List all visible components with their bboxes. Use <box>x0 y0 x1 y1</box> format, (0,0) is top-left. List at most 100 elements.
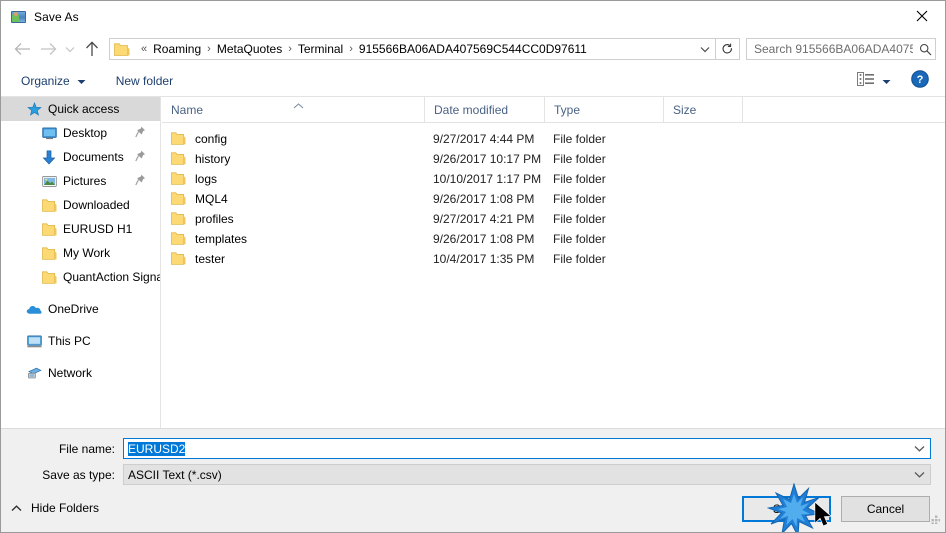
close-icon <box>916 10 928 22</box>
table-row[interactable]: MQL4 9/26/2017 1:08 PM File folder <box>162 189 945 209</box>
forward-arrow-icon <box>40 43 56 55</box>
window-title: Save As <box>34 9 79 24</box>
breadcrumb-item-0[interactable]: Roaming <box>152 42 202 56</box>
sidebar-item-documents[interactable]: Documents <box>1 145 160 169</box>
chevron-down-icon <box>914 472 924 478</box>
new-folder-button[interactable]: New folder <box>110 71 179 91</box>
search-box[interactable] <box>746 38 936 60</box>
help-button[interactable]: ? <box>911 69 929 93</box>
sidebar-item-downloaded[interactable]: Downloaded <box>1 193 160 217</box>
pictures-icon <box>41 173 57 189</box>
table-row[interactable]: config 9/27/2017 4:44 PM File folder <box>162 129 945 149</box>
file-name-cell: logs <box>162 172 424 186</box>
table-row[interactable]: logs 10/10/2017 1:17 PM File folder <box>162 169 945 189</box>
file-name-cell: history <box>162 152 424 166</box>
file-name-dropdown-button[interactable] <box>908 445 930 452</box>
refresh-button[interactable] <box>716 38 740 60</box>
file-name-combobox[interactable]: EURUSD2 <box>123 438 931 459</box>
navigation-bar: « Roaming › MetaQuotes › Terminal › 9155… <box>1 32 945 66</box>
file-date-cell: 10/10/2017 1:17 PM <box>433 172 542 186</box>
table-row[interactable]: profiles 9/27/2017 4:21 PM File folder <box>162 209 945 229</box>
breadcrumb-separator: › <box>207 43 211 55</box>
back-arrow-icon <box>14 43 30 55</box>
file-name-label: templates <box>195 232 248 246</box>
sidebar-item-network[interactable]: Network <box>1 361 160 385</box>
breadcrumb-item-3[interactable]: 915566BA06ADA407569C544CC0D97611 <box>358 42 588 56</box>
save-button[interactable]: Save <box>742 496 831 522</box>
search-input[interactable] <box>747 41 915 57</box>
sidebar-item-label: Documents <box>63 150 124 164</box>
breadcrumb-separator: › <box>288 43 292 55</box>
column-header-type[interactable]: Type <box>544 97 663 122</box>
file-name-label: logs <box>195 172 218 186</box>
column-header-name[interactable]: Name <box>162 97 424 122</box>
sidebar-item-label: Pictures <box>63 174 107 188</box>
organize-label: Organize <box>21 74 70 88</box>
sidebar-item-pictures[interactable]: Pictures <box>1 169 160 193</box>
sidebar-item-onedrive[interactable]: OneDrive <box>1 297 160 321</box>
caret-up-icon <box>11 504 22 512</box>
cancel-button[interactable]: Cancel <box>841 496 930 522</box>
sidebar-item-label: Quick access <box>48 102 120 116</box>
file-date-cell: 9/26/2017 10:17 PM <box>433 152 542 166</box>
breadcrumb-item-1[interactable]: MetaQuotes <box>216 42 283 56</box>
sidebar-item-label: My Work <box>63 246 111 260</box>
file-name-label: File name: <box>58 441 115 456</box>
sidebar-item-my-work[interactable]: My Work <box>1 241 160 265</box>
pin-icon[interactable] <box>135 150 146 165</box>
sidebar-item-desktop[interactable]: Desktop <box>1 121 160 145</box>
back-button[interactable] <box>9 36 35 62</box>
sidebar-item-label: Network <box>48 366 93 380</box>
breadcrumb-prefix: « <box>141 43 148 55</box>
pin-icon[interactable] <box>135 174 146 189</box>
folder-icon <box>41 269 57 285</box>
breadcrumb: « Roaming › MetaQuotes › Terminal › 9155… <box>136 42 695 56</box>
sidebar-item-this-pc[interactable]: This PC <box>1 329 160 353</box>
hide-folders-button[interactable]: Hide Folders <box>11 501 99 515</box>
file-date-cell: 9/27/2017 4:21 PM <box>433 212 535 226</box>
table-row[interactable]: tester 10/4/2017 1:35 PM File folder <box>162 249 945 269</box>
close-button[interactable] <box>899 1 945 31</box>
column-header-label: Name <box>171 102 204 117</box>
file-date-cell: 9/26/2017 1:08 PM <box>433 192 535 206</box>
sidebar-item-eurusd-h1[interactable]: EURUSD H1 <box>1 217 160 241</box>
file-name-label: MQL4 <box>195 192 228 206</box>
save-as-type-value: ASCII Text (*.csv) <box>128 467 222 482</box>
up-one-level-button[interactable] <box>79 36 105 62</box>
sidebar-item-label: OneDrive <box>48 302 99 316</box>
file-name-cell: templates <box>162 232 424 246</box>
chevron-down-icon <box>914 446 924 452</box>
folder-icon <box>41 221 57 237</box>
star-pin-icon <box>26 101 42 117</box>
file-name-cell: tester <box>162 252 424 266</box>
save-as-type-combobox[interactable]: ASCII Text (*.csv) <box>123 464 931 485</box>
resize-grip[interactable] <box>928 511 941 529</box>
column-header-date-modified[interactable]: Date modified <box>424 97 544 122</box>
forward-button[interactable] <box>35 36 61 62</box>
view-options-button[interactable] <box>853 69 895 94</box>
save-as-type-dropdown-button[interactable] <box>908 471 930 478</box>
refresh-icon <box>722 43 732 53</box>
title-bar: Save As <box>1 1 945 32</box>
address-dropdown-button[interactable] <box>695 39 715 59</box>
file-name-value[interactable]: EURUSD2 <box>124 441 908 456</box>
file-name-label: tester <box>195 252 226 266</box>
organize-button[interactable]: Organize <box>15 71 92 91</box>
column-header-size[interactable]: Size <box>663 97 742 122</box>
table-row[interactable]: history 9/26/2017 10:17 PM File folder <box>162 149 945 169</box>
file-name-cell: profiles <box>162 212 424 226</box>
cancel-button-label: Cancel <box>866 502 905 516</box>
sidebar-item-label: Desktop <box>63 126 108 140</box>
pin-icon[interactable] <box>135 126 146 141</box>
sidebar-item-quick-access[interactable]: Quick access <box>1 97 160 121</box>
sidebar-item-quantaction-signal[interactable]: QuantAction Signal <box>1 265 160 289</box>
sidebar-item-label: Downloaded <box>63 198 130 212</box>
recent-locations-button[interactable] <box>61 36 79 62</box>
breadcrumb-item-2[interactable]: Terminal <box>297 42 344 56</box>
file-name-text: EURUSD2 <box>128 441 186 456</box>
save-button-label: Save <box>772 502 801 516</box>
table-row[interactable]: templates 9/26/2017 1:08 PM File folder <box>162 229 945 249</box>
address-bar[interactable]: « Roaming › MetaQuotes › Terminal › 9155… <box>109 38 716 60</box>
column-header-label: Size <box>673 102 697 117</box>
